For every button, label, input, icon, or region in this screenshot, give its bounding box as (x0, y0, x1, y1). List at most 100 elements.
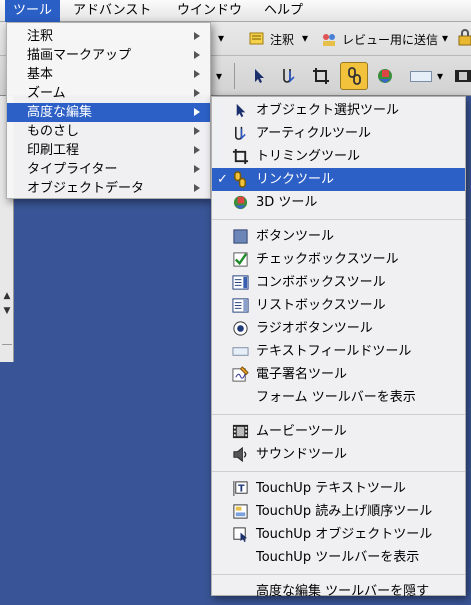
crop-tool-icon[interactable] (312, 67, 330, 85)
menu-item-advanced-editing[interactable]: 高度な編集 (7, 103, 210, 122)
menubar-help[interactable]: ヘルプ (256, 0, 311, 22)
submenu-item-touchup-text[interactable]: T TouchUp テキストツール (212, 477, 465, 500)
movie-icon (232, 424, 249, 439)
submenu-item-checkbox-tool[interactable]: チェックボックスツール (212, 248, 465, 271)
touchup-order-icon (233, 504, 248, 519)
submenu-item-label: 3D ツール (256, 195, 318, 210)
menu-item-label: 描画マークアップ (27, 48, 132, 63)
article-icon (235, 126, 246, 141)
menu-item-measuring[interactable]: ものさし (7, 122, 210, 141)
menu-item-object-data[interactable]: オブジェクトデータ (7, 179, 210, 198)
toolbar-review-label[interactable]: レビュー用に送信 (342, 31, 438, 48)
resize-grip[interactable] (2, 344, 12, 354)
submenu-item-movie-tool[interactable]: ムービーツール (212, 420, 465, 443)
svg-text:T: T (238, 483, 245, 494)
submenu-item-label: 電子署名ツール (256, 367, 348, 382)
submenu-item-object-select[interactable]: オブジェクト選択ツール (212, 99, 465, 122)
scroll-up-arrow[interactable]: ▲ (2, 291, 12, 301)
toolbar-form-dropdown[interactable]: ▾ (437, 69, 443, 83)
submenu-item-3d[interactable]: 3D ツール (212, 191, 465, 214)
menu-item-print-production[interactable]: 印刷工程 (7, 141, 210, 160)
menu-item-label: オブジェクトデータ (27, 181, 145, 196)
submenu-item-label: ラジオボタンツール (256, 321, 373, 336)
touchup-object-icon (233, 527, 248, 543)
submenu-item-touchup-reading-order[interactable]: TouchUp 読み上げ順序ツール (212, 500, 465, 523)
submenu-arrow-icon (194, 184, 200, 192)
menu-item-label: ものさし (27, 124, 80, 139)
toolbar-annotation-label[interactable]: 注釈 (270, 31, 294, 48)
submenu-item-label: コンボボックスツール (256, 275, 386, 290)
menu-item-label: ズーム (27, 86, 66, 101)
annotation-icon[interactable] (248, 30, 266, 48)
submenu-item-listbox-tool[interactable]: リストボックスツール (212, 294, 465, 317)
submenu-item-combobox-tool[interactable]: コンボボックスツール (212, 271, 465, 294)
submenu-item-textfield-tool[interactable]: テキストフィールドツール (212, 340, 465, 363)
review-send-icon[interactable] (320, 30, 338, 48)
menu-item-basic[interactable]: 基本 (7, 65, 210, 84)
menu-separator (212, 471, 465, 472)
toolbar-dropdown-arrow[interactable]: ▾ (218, 31, 224, 45)
submenu-item-radio-tool[interactable]: ラジオボタンツール (212, 317, 465, 340)
movie-tool-icon-toolbar[interactable] (454, 67, 471, 85)
link-tool-button-active[interactable] (340, 62, 368, 90)
submenu-item-signature-tool[interactable]: 電子署名ツール (212, 363, 465, 386)
menu-item-label: 印刷工程 (27, 143, 80, 158)
submenu-item-label: リストボックスツール (256, 298, 386, 313)
menubar-window[interactable]: ウインドウ (169, 0, 250, 22)
submenu-item-link[interactable]: ✓ リンクツール (212, 168, 465, 191)
toolbar-annotation-dropdown[interactable]: ▾ (302, 31, 308, 45)
submenu-arrow-icon (194, 51, 200, 59)
textfield-tool-icon-toolbar[interactable] (410, 71, 432, 82)
submenu-item-sound-tool[interactable]: サウンドツール (212, 443, 465, 466)
article-tool-icon[interactable] (280, 67, 298, 85)
radio-tool-icon (233, 321, 248, 336)
advanced-editing-submenu: オブジェクト選択ツール アーティクルツール トリミングツール ✓ リンクツール … (211, 96, 466, 599)
submenu-item-show-form-toolbar[interactable]: フォーム ツールバーを表示 (212, 386, 465, 409)
submenu-item-crop[interactable]: トリミングツール (212, 145, 465, 168)
lock-icon[interactable] (456, 28, 471, 46)
tools-menu: 注釈 描画マークアップ 基本 ズーム 高度な編集 ものさし 印刷工程 タイプライ… (6, 22, 211, 199)
link-tool-icon (348, 67, 361, 85)
touchup-text-icon: T (233, 480, 248, 497)
menubar: ツール アドバンスト ウインドウ ヘルプ (0, 0, 471, 22)
menu-item-drawing-markup[interactable]: 描画マークアップ (7, 46, 210, 65)
submenu-item-label: TouchUp オブジェクトツール (256, 527, 433, 542)
submenu-arrow-icon (194, 127, 200, 135)
submenu-item-label: アーティクルツール (256, 126, 372, 141)
toolbar-review-dropdown[interactable]: ▾ (442, 31, 448, 45)
submenu-arrow-icon (194, 146, 200, 154)
submenu-item-label: トリミングツール (256, 149, 361, 164)
submenu-item-label: ボタンツール (256, 229, 335, 244)
scroll-down-arrow[interactable]: ▼ (2, 306, 12, 316)
submenu-item-label: フォーム ツールバーを表示 (256, 390, 416, 405)
menu-separator (212, 414, 465, 415)
3d-tool-icon[interactable] (376, 67, 394, 85)
menubar-advanced[interactable]: アドバンスト (65, 0, 159, 22)
menu-separator (212, 574, 465, 575)
submenu-item-article[interactable]: アーティクルツール (212, 122, 465, 145)
submenu-item-show-touchup-toolbar[interactable]: TouchUp ツールバーを表示 (212, 546, 465, 569)
combobox-tool-icon (232, 275, 249, 290)
submenu-item-touchup-object[interactable]: TouchUp オブジェクトツール (212, 523, 465, 546)
3d-icon (233, 195, 248, 210)
toolbar-dropdown-arrow-2[interactable]: ▾ (216, 69, 222, 83)
menu-item-annotation[interactable]: 注釈 (7, 27, 210, 46)
menu-item-typewriter[interactable]: タイプライター (7, 160, 210, 179)
submenu-item-label: テキストフィールドツール (256, 344, 412, 359)
arrow-select-icon (236, 103, 246, 118)
submenu-item-button-tool[interactable]: ボタンツール (212, 225, 465, 248)
menubar-tools[interactable]: ツール (5, 0, 61, 22)
object-select-tool-icon[interactable] (250, 67, 268, 85)
listbox-tool-icon (232, 298, 249, 313)
submenu-item-label: サウンドツール (256, 447, 348, 462)
menu-item-label: タイプライター (27, 162, 118, 177)
submenu-item-hide-advanced-editing-toolbar[interactable]: 高度な編集 ツールバーを隠す (212, 580, 465, 603)
signature-tool-icon (232, 366, 249, 382)
button-tool-icon (233, 229, 248, 244)
toolbar-divider (234, 63, 235, 89)
menu-item-label: 高度な編集 (27, 105, 93, 120)
submenu-item-label: TouchUp テキストツール (256, 481, 406, 496)
submenu-item-label: オブジェクト選択ツール (256, 103, 400, 118)
menu-item-label: 注釈 (27, 29, 54, 44)
menu-item-zoom[interactable]: ズーム (7, 84, 210, 103)
